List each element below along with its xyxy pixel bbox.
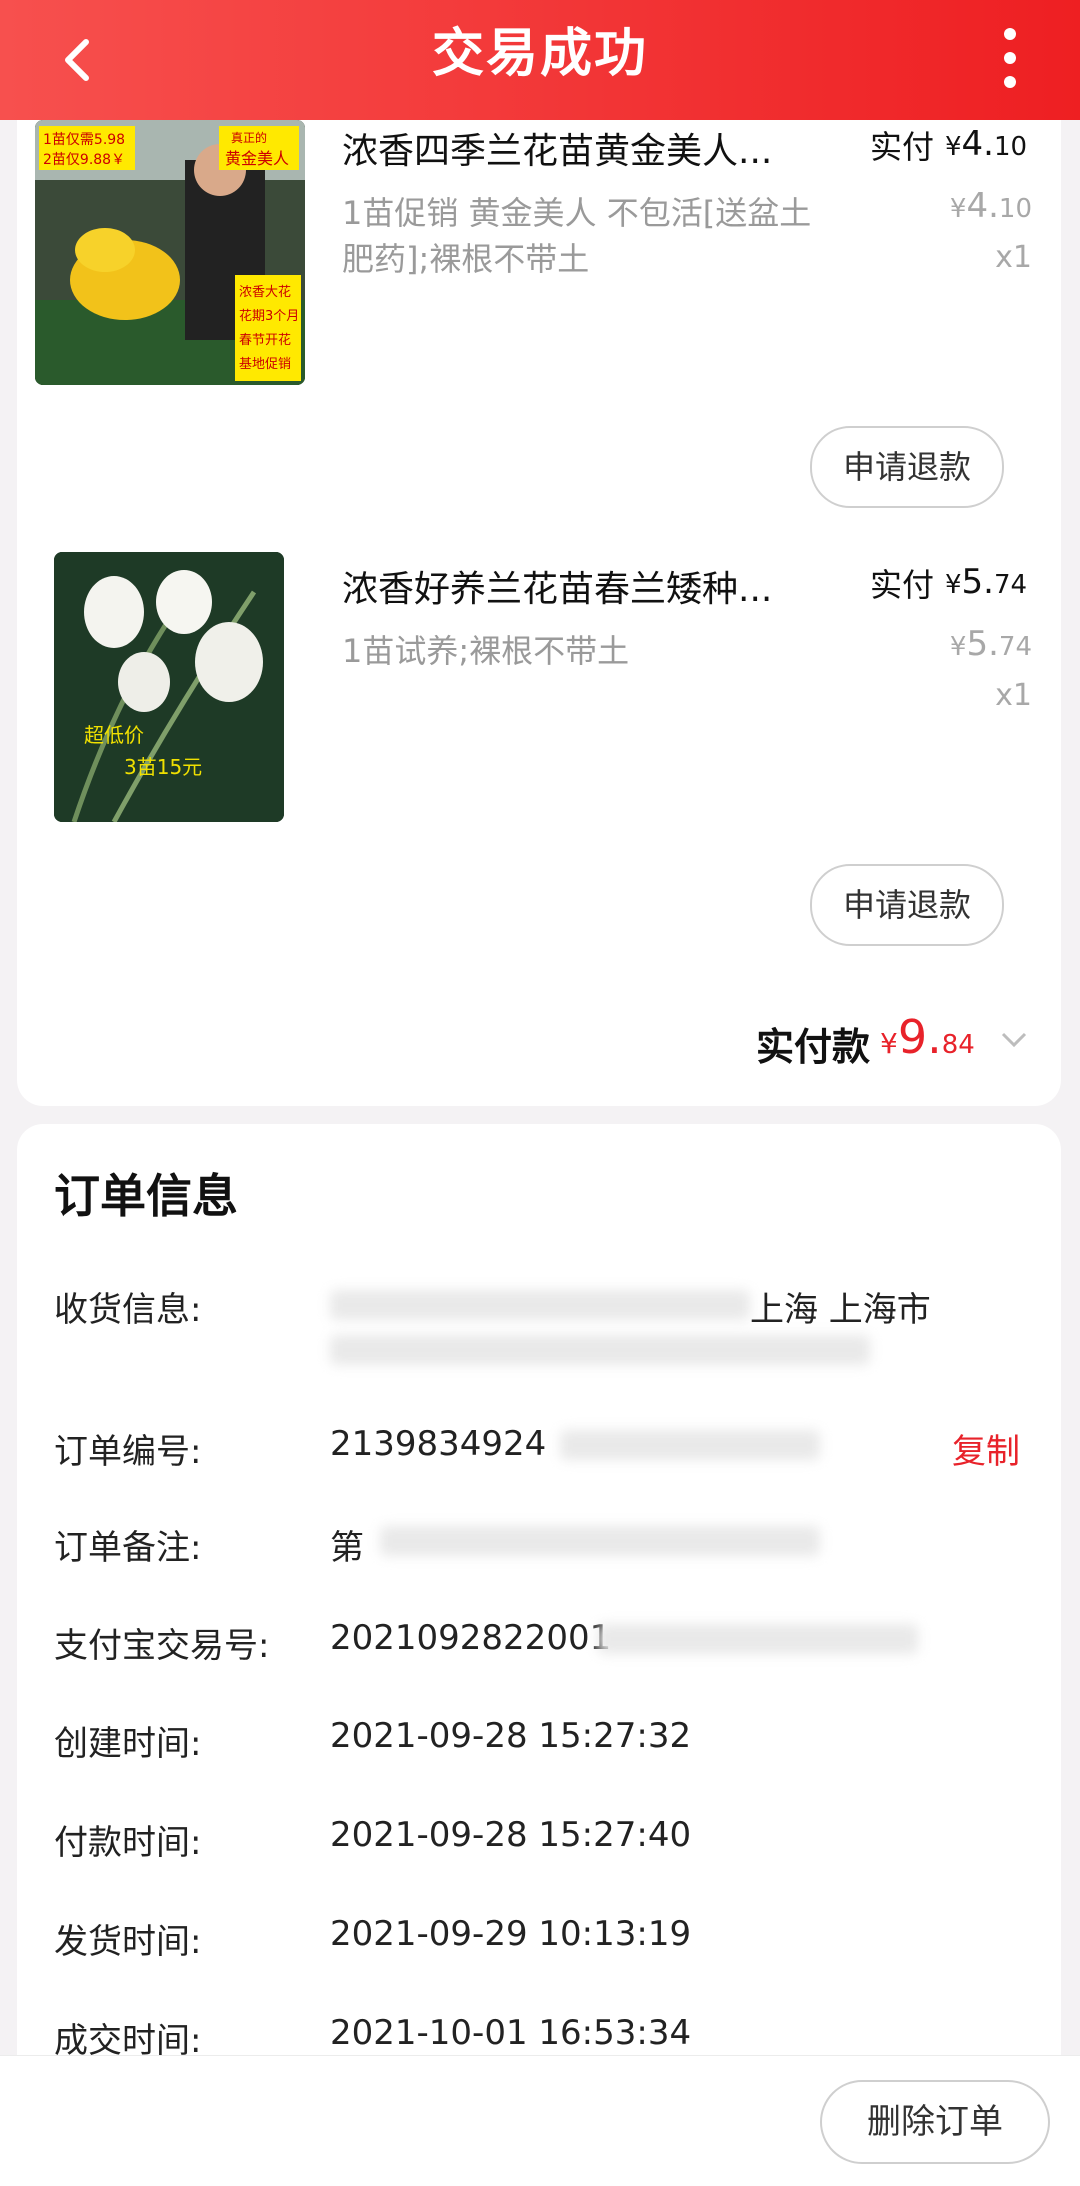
- promo-text: 超低价: [84, 723, 144, 747]
- promo-text: 浓香大花: [239, 284, 291, 300]
- alipay-trade-no-label: 支付宝交易号:: [54, 1626, 270, 1666]
- redacted-area: [380, 1526, 820, 1556]
- delete-order-button[interactable]: 删除订单: [820, 2080, 1050, 2164]
- promo-text: 基地促销: [239, 357, 291, 372]
- promo-text: 2苗仅9.88￥: [43, 152, 125, 168]
- product-name[interactable]: 浓香四季兰花苗黄金美人...: [342, 122, 772, 174]
- request-refund-button[interactable]: 申请退款: [810, 426, 1004, 508]
- promo-text: 花期3个月: [239, 308, 299, 324]
- created-time-value: 2021-09-28 15:27:32: [330, 1716, 692, 1756]
- paid-time-label: 付款时间:: [54, 1823, 202, 1863]
- redacted-area: [330, 1335, 870, 1365]
- product-spec: 1苗促销 黄金美人 不包活[送盆土肥药];裸根不带土: [342, 194, 812, 278]
- shipped-time-label: 发货时间:: [54, 1922, 202, 1962]
- more-vertical-icon[interactable]: [990, 20, 1030, 100]
- product-name[interactable]: 浓香好养兰花苗春兰矮种...: [342, 560, 772, 612]
- alipay-trade-no-value: 2021092822001: [330, 1618, 612, 1658]
- order-info-title: 订单信息: [54, 1169, 238, 1223]
- promo-text: 1苗仅需5.98: [43, 132, 125, 148]
- paid-time-value: 2021-09-28 15:27:40: [330, 1815, 692, 1855]
- redacted-area: [330, 1290, 750, 1320]
- chevron-down-icon[interactable]: [1000, 1030, 1028, 1050]
- paid-label: 实付: [870, 566, 935, 604]
- total-paid-label: 实付款: [756, 1025, 871, 1069]
- top-bar: 交易成功: [0, 0, 1080, 120]
- shipped-time-value: 2021-09-29 10:13:19: [330, 1914, 692, 1954]
- quantity: x1: [995, 678, 1032, 713]
- page-title: 交易成功: [431, 24, 648, 84]
- original-price: ¥4.10: [949, 186, 1032, 226]
- quantity: x1: [995, 240, 1032, 275]
- total-paid-amount: ¥9.84: [880, 1010, 975, 1064]
- promo-text: 真正的: [231, 130, 267, 145]
- shipping-info-label: 收货信息:: [54, 1290, 202, 1330]
- order-number-label: 订单编号:: [54, 1432, 202, 1472]
- paid-price: ¥4.10: [945, 124, 1028, 164]
- product-spec: 1苗试养;裸根不带土: [342, 632, 630, 670]
- original-price: ¥5.74: [949, 624, 1032, 664]
- request-refund-button[interactable]: 申请退款: [810, 864, 1004, 946]
- promo-text: 黄金美人: [225, 149, 289, 168]
- redacted-area: [598, 1624, 918, 1654]
- paid-price: ¥5.74: [945, 562, 1028, 602]
- promo-text: 3苗15元: [124, 755, 202, 779]
- created-time-label: 创建时间:: [54, 1724, 202, 1764]
- product-thumbnail[interactable]: 1苗仅需5.98 2苗仅9.88￥ 真正的 黄金美人 浓香大花 花期3个月 春节…: [35, 120, 305, 385]
- order-note-value: 第: [330, 1528, 364, 1568]
- paid-label: 实付: [870, 128, 935, 166]
- promo-text: 春节开花: [239, 332, 291, 348]
- completed-time-value: 2021-10-01 16:53:34: [330, 2013, 692, 2053]
- copy-button[interactable]: 复制: [952, 1424, 1020, 1473]
- order-number-value: 2139834924: [330, 1424, 547, 1464]
- order-note-label: 订单备注:: [54, 1528, 202, 1568]
- shipping-info-value: 上海 上海市: [750, 1290, 931, 1330]
- product-thumbnail[interactable]: 超低价 3苗15元: [54, 552, 284, 822]
- redacted-area: [560, 1430, 820, 1460]
